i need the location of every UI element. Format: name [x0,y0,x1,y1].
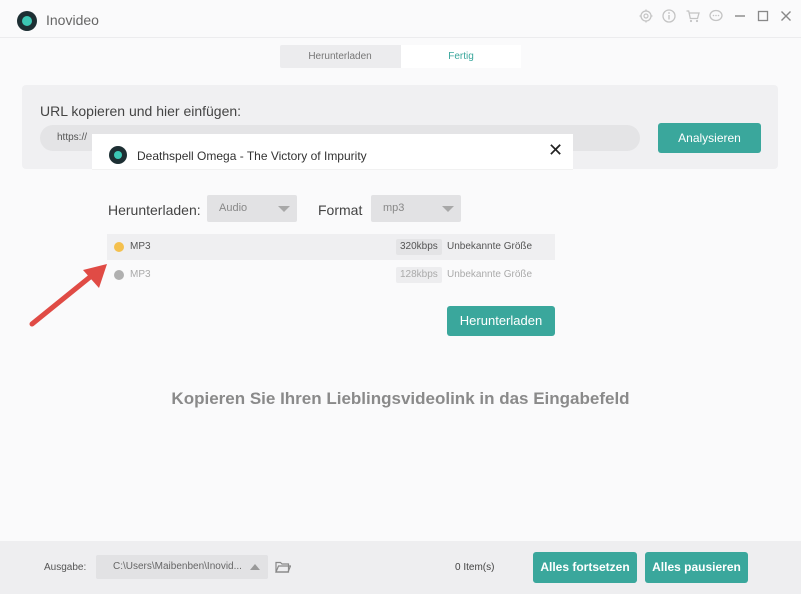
format-value: mp3 [383,202,405,214]
format-option-row[interactable]: MP3 128kbps Unbekannte Größe [107,262,555,288]
tab-fertig[interactable]: Fertig [401,45,521,68]
url-label: URL kopieren und hier einfügen: [40,103,242,119]
chat-icon[interactable] [708,8,724,24]
pause-all-button[interactable]: Alles pausieren [645,552,748,583]
option-size: Unbekannte Größe [447,241,533,252]
minimize-icon[interactable] [732,8,748,24]
media-logo-icon [109,146,127,164]
format-select[interactable]: mp3 [371,195,461,222]
close-icon[interactable] [778,8,794,24]
cart-icon[interactable] [685,8,701,24]
download-type-select[interactable]: Audio [207,195,297,222]
option-name: MP3 [130,269,151,280]
option-size: Unbekannte Größe [447,269,533,280]
option-bitrate: 128kbps [396,267,442,283]
chevron-down-icon [442,206,454,212]
option-bitrate: 320kbps [396,239,442,255]
folder-icon[interactable] [275,560,291,574]
dialog-close-icon[interactable]: ✕ [548,141,563,159]
maximize-icon[interactable] [755,8,771,24]
analyze-button[interactable]: Analysieren [658,123,761,153]
chevron-up-icon [250,564,260,570]
chevron-down-icon [278,206,290,212]
bottom-bar: Ausgabe: C:\Users\Maibenben\Inovid... 0 … [0,541,801,594]
tab-bar: Herunterladen Fertig [280,45,521,68]
output-label: Ausgabe: [44,562,87,573]
app-title: Inovideo [46,12,99,28]
dialog-title: Deathspell Omega - The Victory of Impuri… [137,149,367,163]
app-logo [17,11,37,31]
radio-selected-icon[interactable] [114,242,124,252]
radio-unselected-icon[interactable] [114,270,124,280]
download-dialog-header: Deathspell Omega - The Victory of Impuri… [92,134,573,170]
annotation-arrow-icon [29,264,107,327]
info-icon[interactable] [661,8,677,24]
title-bar: Inovideo [0,0,801,38]
option-name: MP3 [130,241,151,252]
download-button[interactable]: Herunterladen [447,306,555,336]
download-type-label: Herunterladen: [108,202,201,218]
output-path-value: C:\Users\Maibenben\Inovid... [113,561,242,572]
format-label: Format [318,202,363,218]
tab-herunterladen[interactable]: Herunterladen [280,45,400,68]
resume-all-button[interactable]: Alles fortsetzen [533,552,637,583]
settings-icon[interactable] [638,8,654,24]
format-option-row[interactable]: MP3 320kbps Unbekannte Größe [107,234,555,260]
output-path-select[interactable]: C:\Users\Maibenben\Inovid... [96,555,268,579]
items-count: 0 Item(s) [455,562,495,573]
download-type-value: Audio [219,202,248,214]
empty-state-hint: Kopieren Sie Ihren Lieblingsvideolink in… [171,389,630,408]
